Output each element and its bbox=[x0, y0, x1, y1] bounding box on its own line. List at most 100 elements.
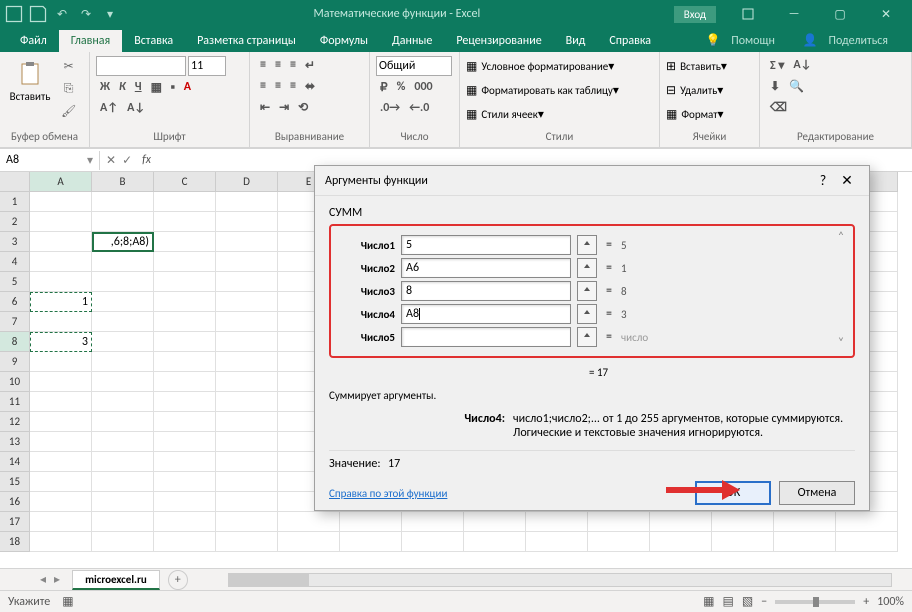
signin-button[interactable]: Вход bbox=[674, 6, 716, 23]
zoom-slider[interactable] bbox=[775, 600, 855, 604]
row-header[interactable]: 9 bbox=[0, 352, 30, 372]
range-picker-icon[interactable] bbox=[577, 304, 597, 324]
cell[interactable] bbox=[340, 532, 402, 552]
row-header[interactable]: 4 bbox=[0, 252, 30, 272]
cell[interactable] bbox=[92, 432, 154, 452]
cell[interactable] bbox=[216, 232, 278, 252]
cell[interactable] bbox=[154, 192, 216, 212]
font-color-button[interactable]: A bbox=[180, 78, 195, 97]
arg-input[interactable]: A8 bbox=[401, 304, 571, 324]
sheet-nav-right-icon[interactable]: ▸ bbox=[54, 572, 60, 587]
enter-formula-icon[interactable]: ✓ bbox=[122, 153, 132, 168]
cell[interactable] bbox=[92, 312, 154, 332]
percent-icon[interactable]: % bbox=[393, 78, 410, 97]
cell[interactable] bbox=[30, 252, 92, 272]
cell[interactable] bbox=[216, 412, 278, 432]
cell[interactable] bbox=[30, 512, 92, 532]
cell[interactable] bbox=[30, 492, 92, 512]
col-header[interactable]: D bbox=[216, 172, 278, 192]
align-right-icon[interactable]: ≡ bbox=[286, 77, 300, 96]
cell[interactable] bbox=[92, 192, 154, 212]
align-left-icon[interactable]: ≡ bbox=[256, 77, 270, 96]
cell[interactable] bbox=[30, 412, 92, 432]
add-sheet-button[interactable]: + bbox=[168, 570, 188, 590]
row-header[interactable]: 15 bbox=[0, 472, 30, 492]
arg-input[interactable] bbox=[401, 327, 571, 347]
cell[interactable] bbox=[216, 212, 278, 232]
tab-home[interactable]: Главная bbox=[59, 30, 122, 52]
fx-icon[interactable]: fx bbox=[138, 153, 155, 168]
view-pagebreak-icon[interactable]: ▧ bbox=[742, 594, 753, 609]
tab-data[interactable]: Данные bbox=[380, 30, 444, 52]
increase-font-icon[interactable]: A↑ bbox=[96, 99, 122, 117]
cell[interactable] bbox=[216, 392, 278, 412]
copy-icon[interactable]: ⎘ bbox=[58, 79, 79, 99]
cell[interactable] bbox=[216, 372, 278, 392]
border-button[interactable]: ▦ bbox=[147, 78, 166, 97]
cell[interactable] bbox=[154, 412, 216, 432]
row-header[interactable]: 6 bbox=[0, 292, 30, 312]
cell[interactable] bbox=[216, 432, 278, 452]
cell[interactable] bbox=[154, 252, 216, 272]
tab-insert[interactable]: Вставка bbox=[122, 30, 185, 52]
arg-input[interactable]: A6 bbox=[401, 258, 571, 278]
cell[interactable] bbox=[92, 512, 154, 532]
cell[interactable] bbox=[278, 532, 340, 552]
cell[interactable] bbox=[712, 532, 774, 552]
row-header[interactable]: 5 bbox=[0, 272, 30, 292]
tab-help[interactable]: Справка bbox=[597, 30, 663, 52]
cell[interactable] bbox=[154, 512, 216, 532]
underline-button[interactable]: Ч bbox=[131, 78, 146, 97]
range-picker-icon[interactable] bbox=[577, 235, 597, 255]
dialog-help-icon[interactable]: ? bbox=[811, 172, 835, 189]
args-scroll-up-icon[interactable]: ˄ bbox=[833, 230, 849, 244]
cell[interactable] bbox=[216, 192, 278, 212]
cell[interactable] bbox=[92, 532, 154, 552]
cell[interactable] bbox=[154, 492, 216, 512]
cell[interactable] bbox=[92, 412, 154, 432]
insert-cells-button[interactable]: ⊞ Вставить ▾ bbox=[666, 56, 753, 76]
cell[interactable] bbox=[154, 532, 216, 552]
cell[interactable]: 1 bbox=[30, 292, 92, 312]
row-header[interactable]: 8 bbox=[0, 332, 30, 352]
ribbon-options-icon[interactable] bbox=[726, 0, 770, 28]
cell[interactable] bbox=[216, 292, 278, 312]
cell[interactable] bbox=[30, 272, 92, 292]
row-header[interactable]: 12 bbox=[0, 412, 30, 432]
cell[interactable] bbox=[216, 312, 278, 332]
tab-formulas[interactable]: Формулы bbox=[308, 30, 380, 52]
help-link[interactable]: Справка по этой функции bbox=[329, 487, 447, 500]
row-header[interactable]: 3 bbox=[0, 232, 30, 252]
macro-record-icon[interactable]: ▦ bbox=[62, 594, 73, 609]
tab-review[interactable]: Рецензирование bbox=[444, 30, 553, 52]
cell[interactable] bbox=[154, 432, 216, 452]
cell[interactable] bbox=[92, 452, 154, 472]
bold-button[interactable]: Ж bbox=[96, 78, 114, 97]
format-cells-button[interactable]: ▦ Формат ▾ bbox=[666, 104, 753, 124]
italic-button[interactable]: К bbox=[115, 78, 130, 97]
autosum-icon[interactable]: Σ ▾ bbox=[766, 56, 788, 75]
row-header[interactable]: 17 bbox=[0, 512, 30, 532]
cell[interactable] bbox=[92, 352, 154, 372]
cell[interactable] bbox=[30, 372, 92, 392]
zoom-in-icon[interactable]: + bbox=[863, 595, 869, 609]
view-layout-icon[interactable]: ▤ bbox=[723, 594, 734, 609]
table-format-button[interactable]: ▦ Форматировать как таблицу ▾ bbox=[466, 80, 653, 100]
cond-format-button[interactable]: ▦ Условное форматирование ▾ bbox=[466, 56, 653, 76]
range-picker-icon[interactable] bbox=[577, 281, 597, 301]
redo-icon[interactable]: ↷ bbox=[76, 4, 96, 24]
cell[interactable] bbox=[216, 512, 278, 532]
format-painter-icon[interactable]: 🖌 bbox=[58, 101, 79, 122]
view-normal-icon[interactable]: ▦ bbox=[703, 594, 714, 609]
cell-styles-button[interactable]: ▦ Стили ячеек ▾ bbox=[466, 104, 653, 124]
name-box[interactable]: A8▾ bbox=[0, 151, 100, 170]
row-header[interactable]: 18 bbox=[0, 532, 30, 552]
arg-input[interactable]: 5 bbox=[401, 235, 571, 255]
row-header[interactable]: 14 bbox=[0, 452, 30, 472]
cell[interactable] bbox=[650, 532, 712, 552]
cell[interactable] bbox=[216, 252, 278, 272]
col-header[interactable]: C bbox=[154, 172, 216, 192]
indent-dec-icon[interactable]: ⇤ bbox=[256, 98, 274, 117]
font-name-combo[interactable] bbox=[99, 59, 183, 73]
cancel-button[interactable]: Отмена bbox=[779, 481, 855, 505]
